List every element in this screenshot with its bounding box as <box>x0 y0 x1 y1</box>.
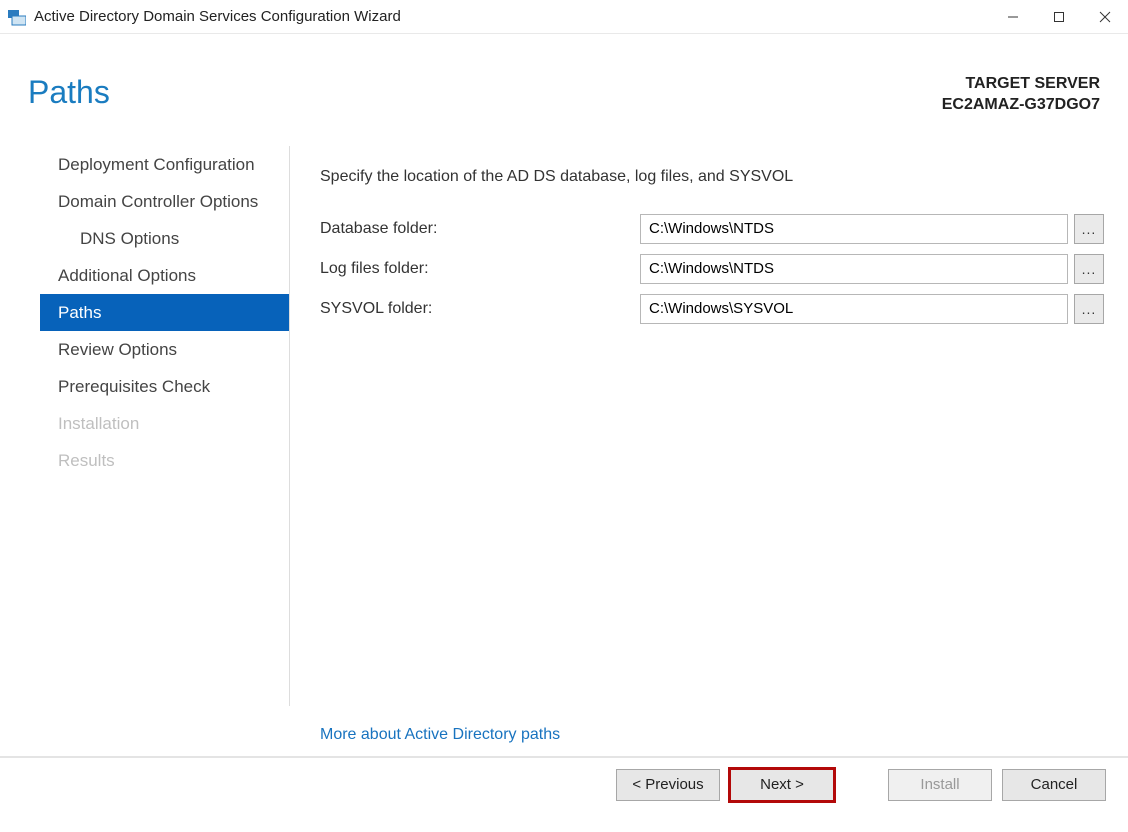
sidebar-item-results: Results <box>40 442 289 479</box>
window-title: Active Directory Domain Services Configu… <box>34 8 401 25</box>
next-button[interactable]: Next > <box>730 769 834 801</box>
titlebar: Active Directory Domain Services Configu… <box>0 0 1128 34</box>
sysvol-folder-input[interactable] <box>640 294 1068 324</box>
sidebar-item-installation: Installation <box>40 405 289 442</box>
more-about-paths-link[interactable]: More about Active Directory paths <box>320 726 560 744</box>
field-row-sysvol: SYSVOL folder: ... <box>320 294 1104 324</box>
target-server-label: TARGET SERVER <box>942 74 1100 95</box>
close-button[interactable] <box>1082 0 1128 33</box>
cancel-button[interactable]: Cancel <box>1002 769 1106 801</box>
previous-button[interactable]: < Previous <box>616 769 720 801</box>
target-server-box: TARGET SERVER EC2AMAZ-G37DGO7 <box>942 74 1100 116</box>
log-files-folder-input[interactable] <box>640 254 1068 284</box>
main-panel: Specify the location of the AD DS databa… <box>290 146 1128 756</box>
field-row-logfiles: Log files folder: ... <box>320 254 1104 284</box>
sidebar-item-review-options[interactable]: Review Options <box>40 331 289 368</box>
sysvol-folder-browse-button[interactable]: ... <box>1074 294 1104 324</box>
sidebar: Deployment Configuration Domain Controll… <box>0 146 290 706</box>
wizard-body: Deployment Configuration Domain Controll… <box>0 116 1128 756</box>
sidebar-item-deployment-configuration[interactable]: Deployment Configuration <box>40 146 289 183</box>
footer-buttons: < Previous Next > Install Cancel <box>0 756 1128 812</box>
sidebar-item-domain-controller-options[interactable]: Domain Controller Options <box>40 183 289 220</box>
app-icon <box>8 8 26 26</box>
database-folder-browse-button[interactable]: ... <box>1074 214 1104 244</box>
minimize-button[interactable] <box>990 0 1036 33</box>
sidebar-item-additional-options[interactable]: Additional Options <box>40 257 289 294</box>
sysvol-folder-label: SYSVOL folder: <box>320 300 640 318</box>
install-button: Install <box>888 769 992 801</box>
sidebar-item-paths[interactable]: Paths <box>40 294 289 331</box>
database-folder-label: Database folder: <box>320 220 640 238</box>
log-files-folder-label: Log files folder: <box>320 260 640 278</box>
sidebar-item-prerequisites-check[interactable]: Prerequisites Check <box>40 368 289 405</box>
sidebar-item-dns-options[interactable]: DNS Options <box>40 220 289 257</box>
field-row-database: Database folder: ... <box>320 214 1104 244</box>
database-folder-input[interactable] <box>640 214 1068 244</box>
header: Paths TARGET SERVER EC2AMAZ-G37DGO7 <box>0 34 1128 116</box>
instruction-text: Specify the location of the AD DS databa… <box>320 168 1104 186</box>
page-title: Paths <box>28 74 110 111</box>
target-server-name: EC2AMAZ-G37DGO7 <box>942 95 1100 116</box>
log-files-folder-browse-button[interactable]: ... <box>1074 254 1104 284</box>
maximize-button[interactable] <box>1036 0 1082 33</box>
